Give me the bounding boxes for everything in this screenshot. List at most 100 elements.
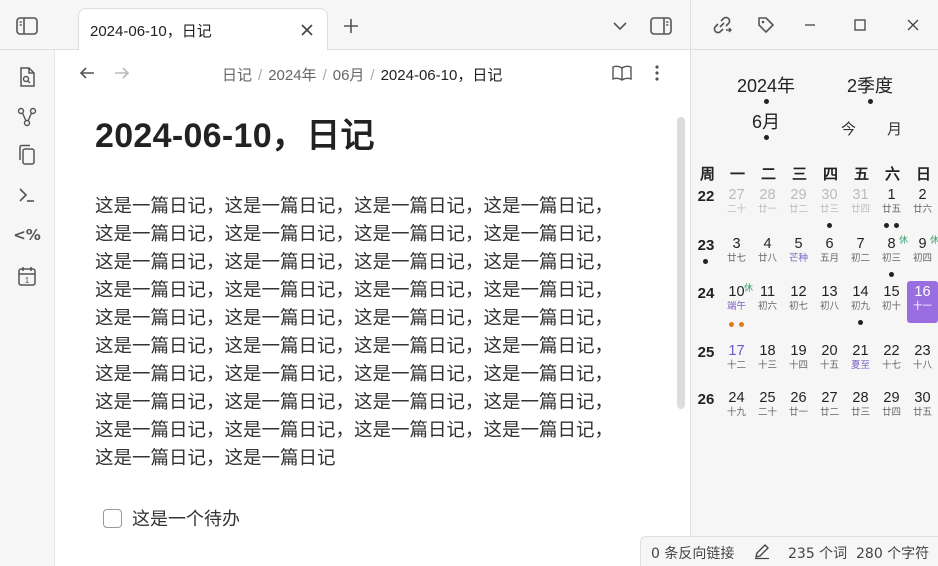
arrow-right-icon[interactable] bbox=[112, 63, 132, 83]
calendar-day[interactable]: 29 廿四 bbox=[876, 389, 907, 433]
calendar-day[interactable]: 14 初九 bbox=[845, 283, 876, 327]
copy-icon[interactable] bbox=[14, 142, 40, 168]
calendar-day[interactable]: 1 廿五 bbox=[876, 186, 907, 230]
templater-icon[interactable]: <% bbox=[13, 222, 41, 248]
new-tab-plus-icon[interactable] bbox=[340, 15, 362, 37]
day-number: 7 bbox=[856, 236, 865, 252]
paragraph-line: 这是一篇日记，这是一篇日记，这是一篇日记，这是一篇日记， bbox=[95, 364, 614, 385]
calendar-day[interactable]: 3 廿七 bbox=[721, 235, 752, 279]
breadcrumb-separator: / bbox=[370, 67, 375, 84]
calendar-day[interactable]: 7 初二 bbox=[845, 235, 876, 279]
calendar-day[interactable]: 27 二十 bbox=[721, 186, 752, 230]
calendar-day-today[interactable]: 16 十一 bbox=[907, 281, 938, 323]
calendar-day[interactable]: 24 十九 bbox=[721, 389, 752, 433]
breadcrumb-item[interactable]: 06月 bbox=[333, 67, 365, 84]
calendar-day[interactable]: 20 十五 bbox=[814, 342, 845, 386]
calendar-day[interactable]: 27 廿二 bbox=[814, 389, 845, 433]
todo-checkbox[interactable] bbox=[103, 508, 122, 528]
calendar-day[interactable]: 2 廿六 bbox=[907, 186, 938, 230]
weekday-header: 一 bbox=[729, 165, 745, 183]
graph-icon[interactable] bbox=[14, 104, 40, 130]
note-dots bbox=[876, 223, 907, 228]
day-number: 20 bbox=[821, 343, 838, 359]
calendar-day[interactable]: 26 廿一 bbox=[783, 389, 814, 433]
calendar-day[interactable]: 31 廿四 bbox=[845, 186, 876, 230]
calendar-day[interactable]: 9 初四休 bbox=[907, 235, 938, 279]
tab-active-note[interactable]: 2024-06-10，日记 bbox=[78, 8, 328, 51]
today-button[interactable]: 今 bbox=[841, 118, 856, 139]
chevron-down-icon[interactable] bbox=[610, 16, 630, 36]
calendar-day[interactable]: 29 廿二 bbox=[783, 186, 814, 230]
lunar-date: 夏至 bbox=[850, 360, 870, 371]
calendar-day[interactable]: 21 夏至 bbox=[845, 342, 876, 386]
calendar-day[interactable]: 11 初六 bbox=[752, 283, 783, 327]
calendar-day[interactable]: 22 十七 bbox=[876, 342, 907, 386]
tab-title: 2024-06-10，日记 bbox=[90, 23, 212, 40]
calendar-day[interactable]: 18 十三 bbox=[752, 342, 783, 386]
note-body[interactable]: 这是一篇日记，这是一篇日记，这是一篇日记，这是一篇日记， 这是一篇日记，这是一篇日… bbox=[95, 193, 617, 473]
week-number[interactable]: 25 bbox=[692, 344, 720, 361]
calendar-day[interactable]: 12 初七 bbox=[783, 283, 814, 327]
backlinks-count[interactable]: 0 条反向链接 bbox=[651, 543, 734, 563]
calendar-day[interactable]: 4 廿八 bbox=[752, 235, 783, 279]
calendar-day[interactable]: 6 五月 bbox=[814, 235, 845, 279]
calendar-day[interactable]: 25 二十 bbox=[752, 389, 783, 433]
calendar-day[interactable]: 19 十四 bbox=[783, 342, 814, 386]
maximize-icon[interactable] bbox=[849, 14, 871, 36]
calendar-day[interactable]: 28 廿三 bbox=[845, 389, 876, 433]
calendar-day[interactable]: 13 初八 bbox=[814, 283, 845, 327]
lunar-date: 廿四 bbox=[850, 204, 870, 215]
month-view-button[interactable]: 月 bbox=[887, 118, 902, 139]
switcher-icon[interactable] bbox=[14, 64, 40, 90]
lunar-date: 廿三 bbox=[819, 204, 839, 215]
calendar-day[interactable]: 5 芒种 bbox=[783, 235, 814, 279]
calendar-month[interactable]: 6月 bbox=[752, 108, 780, 134]
note-title[interactable]: 2024-06-10，日记 bbox=[95, 108, 375, 157]
day-number: 19 bbox=[790, 343, 807, 359]
paragraph-line: 这是一篇日记，这是一篇日记，这是一篇日记，这是一篇日记， bbox=[95, 308, 614, 329]
pencil-icon[interactable] bbox=[753, 542, 771, 560]
day-number: 13 bbox=[821, 284, 838, 300]
calendar-day[interactable]: 10 端午休 bbox=[721, 283, 753, 327]
lunar-date: 初八 bbox=[819, 301, 839, 312]
left-ribbon: <% 1 bbox=[0, 50, 55, 566]
todo-label[interactable]: 这是一个待办 bbox=[132, 505, 240, 531]
weekday-header: 五 bbox=[853, 165, 869, 183]
week-number[interactable]: 26 bbox=[692, 391, 720, 408]
arrow-left-icon[interactable] bbox=[77, 63, 97, 83]
calendar-day[interactable]: 28 廿一 bbox=[752, 186, 783, 230]
day-number: 29 bbox=[790, 187, 807, 203]
week-number[interactable]: 22 bbox=[692, 188, 720, 205]
week-number[interactable]: 23 bbox=[692, 237, 720, 254]
breadcrumb-item[interactable]: 日记 bbox=[222, 67, 252, 84]
calendar-quarter[interactable]: 2季度 bbox=[847, 72, 893, 98]
close-icon[interactable] bbox=[297, 20, 317, 40]
daily-note-icon[interactable]: 1 bbox=[14, 263, 40, 289]
calendar-day[interactable]: 17 十二 bbox=[721, 342, 752, 386]
paragraph-line: 这是一篇日记，这是一篇日记，这是一篇日记，这是一篇日记， bbox=[95, 336, 614, 357]
left-sidebar-toggle-icon[interactable] bbox=[14, 14, 40, 38]
week-number[interactable]: 24 bbox=[692, 285, 720, 302]
editor-scrollbar[interactable] bbox=[677, 117, 685, 409]
calendar-year[interactable]: 2024年 bbox=[737, 72, 795, 98]
day-number: 16 bbox=[914, 284, 931, 300]
minimize-icon[interactable] bbox=[799, 14, 821, 36]
right-sidebar-toggle-icon[interactable] bbox=[648, 14, 674, 38]
terminal-icon[interactable] bbox=[14, 182, 40, 208]
lunar-date: 十二 bbox=[726, 360, 746, 371]
link-share-icon[interactable] bbox=[711, 14, 733, 36]
book-open-icon[interactable] bbox=[611, 62, 633, 84]
calendar-day[interactable]: 30 廿三 bbox=[814, 186, 845, 230]
calendar-day[interactable]: 23 十八 bbox=[907, 342, 938, 386]
breadcrumb-current[interactable]: 2024-06-10，日记 bbox=[381, 67, 503, 84]
calendar-day[interactable]: 30 廿五 bbox=[907, 389, 938, 433]
calendar-day[interactable]: 15 初十 bbox=[876, 283, 907, 327]
window-close-icon[interactable] bbox=[902, 14, 924, 36]
lunar-date: 廿一 bbox=[788, 407, 808, 418]
tag-icon[interactable] bbox=[755, 14, 777, 36]
breadcrumb-item[interactable]: 2024年 bbox=[268, 67, 316, 84]
more-options-icon[interactable] bbox=[647, 62, 667, 84]
day-number: 24 bbox=[728, 390, 745, 406]
lunar-date: 廿一 bbox=[757, 204, 777, 215]
calendar-day[interactable]: 8 初三休 bbox=[876, 235, 908, 279]
